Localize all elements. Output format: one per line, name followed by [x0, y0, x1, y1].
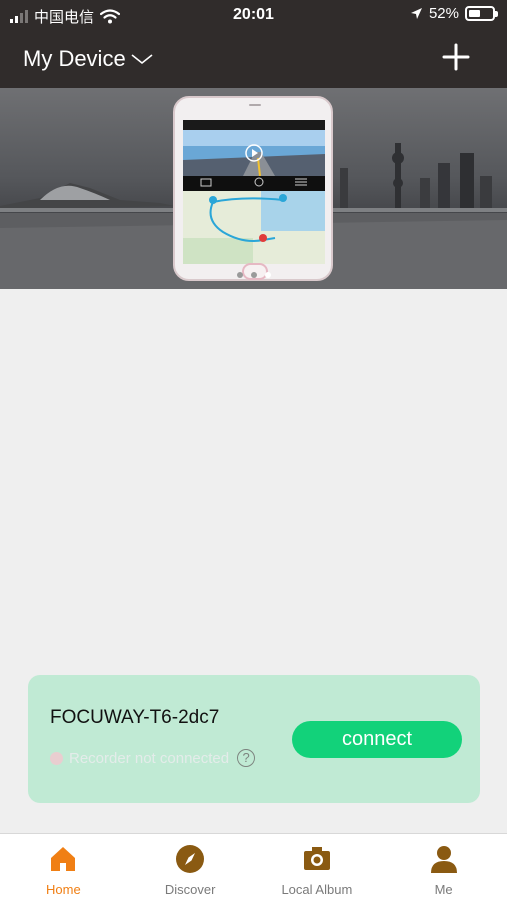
nav-bar: My Device [0, 30, 507, 88]
banner-carousel[interactable] [0, 88, 507, 289]
status-text: Recorder not connected [69, 749, 230, 767]
status-bar-right: 52% [410, 5, 498, 22]
location-arrow-icon [410, 8, 422, 19]
connection-status: Recorder not connected ? [50, 749, 256, 767]
compass-icon [176, 845, 205, 873]
tab-me[interactable]: Me [380, 834, 507, 900]
battery-icon [465, 6, 498, 21]
phone-speaker [249, 104, 261, 106]
battery-percent: 52% [428, 5, 459, 22]
battery-fill [469, 10, 480, 17]
carousel-dot-active[interactable] [264, 272, 271, 278]
person-icon [430, 846, 457, 873]
tab-label: Local Album [281, 882, 353, 897]
tab-label: Home [46, 882, 81, 897]
plus-icon[interactable] [441, 42, 471, 72]
tab-local-album[interactable]: Local Album [254, 834, 381, 900]
tab-bar: Home Discover Local Album Me [0, 833, 507, 900]
device-card: FOCUWAY-T6-2dc7 Recorder not connected ?… [28, 675, 480, 803]
camera-icon [303, 847, 330, 870]
tab-home[interactable]: Home [0, 834, 127, 900]
status-bar: 中国电信 20:01 52% [0, 0, 507, 30]
device-name: FOCUWAY-T6-2dc7 [50, 707, 220, 728]
help-icon[interactable]: ? [237, 749, 256, 767]
page-title: My Device [23, 46, 126, 71]
tab-label: Me [434, 882, 453, 897]
connect-button[interactable]: connect [292, 721, 462, 758]
tab-discover[interactable]: Discover [127, 834, 254, 900]
carousel-dot[interactable] [250, 272, 257, 278]
phone-mockup [173, 96, 333, 281]
home-icon [51, 847, 76, 871]
device-selector[interactable]: My Device [23, 46, 154, 72]
carousel-indicators [0, 265, 507, 283]
chevron-down-icon [131, 54, 153, 65]
phone-screen [183, 120, 325, 264]
app-preview-image [183, 120, 325, 264]
status-dot [50, 751, 63, 765]
carousel-dot[interactable] [236, 272, 243, 278]
tab-label: Discover [164, 882, 216, 897]
